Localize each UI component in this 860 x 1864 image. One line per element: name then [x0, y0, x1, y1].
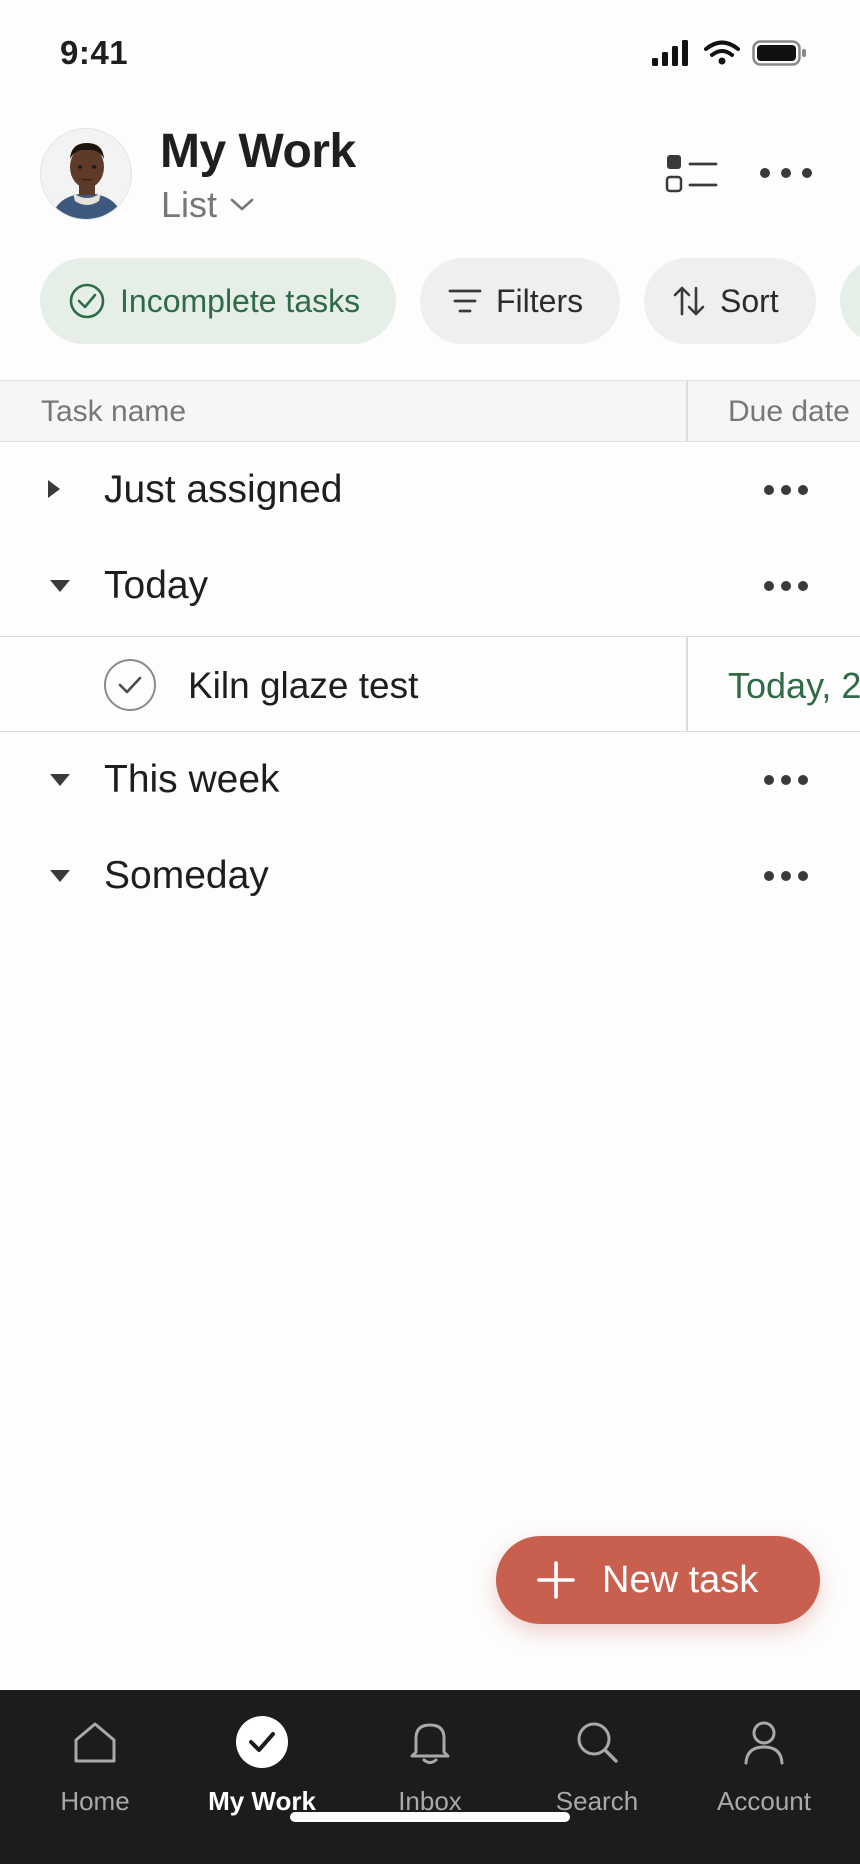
section-someday[interactable]: Someday [0, 828, 860, 924]
caret-right-icon[interactable] [48, 480, 60, 498]
nav-home-label: Home [60, 1786, 130, 1816]
filter-icon [448, 289, 482, 313]
section-label: This week [104, 758, 280, 801]
section-label: Today [104, 564, 209, 607]
search-icon [577, 1722, 618, 1763]
filters-chip[interactable]: Filters [420, 258, 620, 344]
nav-home[interactable]: Home [20, 1712, 170, 1822]
page-title: My Work [160, 125, 356, 178]
more-dot [764, 871, 774, 881]
more-dot [798, 775, 808, 785]
battery-icon [752, 40, 806, 66]
table-header: Task name Due date [0, 380, 860, 442]
account-icon [744, 1721, 784, 1765]
sort-chip[interactable]: Sort [644, 258, 816, 344]
task-row[interactable]: Kiln glaze test Today, 2 [0, 636, 860, 732]
more-dot [798, 871, 808, 881]
incomplete-tasks-chip[interactable]: Incomplete tasks [40, 258, 396, 344]
status-time: 9:41 [60, 34, 129, 71]
sort-label: Sort [720, 282, 779, 319]
column-divider [686, 637, 688, 731]
caret-down-icon[interactable] [50, 870, 70, 882]
section-label: Someday [104, 854, 269, 897]
check-circle-icon [69, 283, 105, 319]
incomplete-tasks-label: Incomplete tasks [120, 282, 361, 319]
section-just-assigned[interactable]: Just assigned [0, 442, 860, 538]
nav-account[interactable]: Account [689, 1712, 839, 1822]
nav-account-label: Account [717, 1786, 811, 1816]
new-task-button[interactable]: New task [496, 1536, 820, 1624]
caret-down-icon[interactable] [50, 774, 70, 786]
layout-list-icon [665, 155, 718, 193]
section-more-button[interactable] [764, 774, 808, 786]
more-dot [764, 775, 774, 785]
more-dot [798, 581, 808, 591]
section-more-button[interactable] [764, 870, 808, 882]
wifi-icon [704, 40, 740, 65]
more-chip[interactable] [840, 258, 860, 344]
more-dot [764, 485, 774, 495]
section-label: Just assigned [104, 468, 343, 511]
new-task-label: New task [602, 1558, 759, 1601]
more-dot [764, 581, 774, 591]
more-dot [760, 168, 770, 178]
view-switcher[interactable]: List [161, 184, 255, 226]
plus-icon [537, 1561, 575, 1599]
check-circle-filled-icon [236, 1716, 288, 1768]
nav-inbox[interactable]: Inbox [355, 1712, 505, 1822]
section-this-week[interactable]: This week [0, 732, 860, 828]
task-due-date[interactable]: Today, 2 [728, 665, 860, 707]
view-label: List [161, 184, 218, 225]
caret-down-icon[interactable] [50, 580, 70, 592]
more-dot [781, 581, 791, 591]
more-dot [781, 168, 791, 178]
section-more-button[interactable] [764, 580, 808, 592]
home-icon [74, 1722, 116, 1763]
section-today[interactable]: Today [0, 538, 860, 634]
avatar-image [41, 129, 131, 219]
more-dot [798, 485, 808, 495]
home-indicator [290, 1812, 570, 1822]
task-complete-checkbox[interactable] [104, 659, 156, 711]
section-more-button[interactable] [764, 484, 808, 496]
avatar[interactable] [40, 128, 132, 220]
task-name[interactable]: Kiln glaze test [188, 665, 418, 707]
filters-label: Filters [496, 282, 584, 319]
column-task-name[interactable]: Task name [41, 395, 186, 429]
column-divider [686, 381, 688, 441]
more-options-button[interactable] [760, 158, 812, 188]
check-icon [118, 676, 142, 694]
signal-icon [652, 40, 688, 66]
chevron-down-icon [230, 198, 254, 211]
nav-search[interactable]: Search [522, 1712, 672, 1822]
more-dot [781, 485, 791, 495]
screen: 9:41 My Work List Incomplete tasks Filte… [0, 0, 860, 1864]
more-dot [781, 775, 791, 785]
more-dot [781, 871, 791, 881]
layout-toggle-button[interactable] [664, 152, 720, 196]
column-due-date[interactable]: Due date [728, 395, 850, 429]
nav-my-work[interactable]: My Work [187, 1712, 337, 1822]
bell-icon [410, 1723, 450, 1764]
status-icons [652, 40, 808, 66]
bottom-navigation: Home My Work Inbox Search Account [0, 1690, 860, 1864]
more-dot [802, 168, 812, 178]
sort-icon [673, 286, 705, 316]
